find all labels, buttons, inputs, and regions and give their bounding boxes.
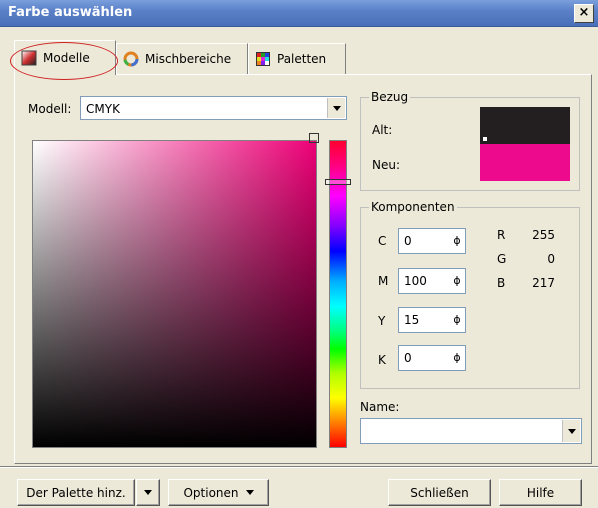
cyan-value: 0 (404, 234, 412, 248)
color-wheel-icon (123, 51, 139, 67)
hue-slider[interactable] (329, 140, 347, 448)
add-to-palette-dropdown[interactable] (136, 479, 160, 506)
components-group-label: Komponenten (369, 200, 457, 214)
add-to-palette-button[interactable]: Der Palette hinz. (17, 479, 135, 506)
chevron-down-icon[interactable] (327, 98, 345, 118)
tab-label: Paletten (277, 52, 327, 66)
spinner-icon[interactable]: ɸ (451, 272, 463, 290)
options-button[interactable]: Optionen (168, 479, 269, 506)
highlight-ellipse (10, 42, 118, 80)
new-color-label: Neu: (372, 158, 401, 172)
blue-label: B (497, 276, 506, 290)
chevron-down-icon (245, 490, 254, 495)
spinner-icon[interactable]: ɸ (451, 232, 463, 250)
red-label: R (497, 228, 506, 242)
tab-paletten[interactable]: Paletten (248, 43, 346, 74)
new-color-swatch (480, 144, 570, 181)
magenta-value: 100 (404, 274, 427, 288)
spinner-icon[interactable]: ɸ (451, 311, 463, 329)
name-label: Name: (360, 400, 400, 414)
palette-grid-icon (255, 51, 271, 67)
yellow-label: Y (378, 314, 386, 328)
green-label: G (497, 252, 507, 266)
black-stepper[interactable]: 0 ɸ (398, 345, 466, 371)
red-value: 255 (532, 228, 555, 242)
blue-value: 217 (532, 276, 555, 290)
close-icon[interactable]: × (574, 4, 594, 23)
chevron-down-icon[interactable] (562, 420, 580, 442)
close-button[interactable]: Schließen (388, 479, 491, 506)
magenta-label: M (378, 274, 389, 288)
black-label: K (378, 353, 386, 367)
magenta-stepper[interactable]: 100 ɸ (398, 268, 466, 294)
help-button[interactable]: Hilfe (499, 479, 582, 506)
old-color-label: Alt: (372, 123, 393, 137)
tab-label: Mischbereiche (145, 52, 232, 66)
close-label: Schließen (410, 485, 469, 500)
title-bar: Farbe auswählen × (0, 0, 598, 27)
add-to-palette-label: Der Palette hinz. (26, 485, 126, 500)
model-select[interactable]: CMYK (80, 96, 347, 120)
spinner-icon[interactable]: ɸ (451, 349, 463, 367)
black-value: 0 (404, 351, 412, 365)
yellow-stepper[interactable]: 15 ɸ (398, 307, 466, 333)
chevron-down-icon (144, 490, 152, 495)
color-field-cursor[interactable] (309, 133, 319, 143)
old-color-swatch (480, 107, 570, 144)
tab-mischbereiche[interactable]: Mischbereiche (116, 43, 248, 74)
color-field[interactable] (32, 140, 317, 448)
green-value: 0 (547, 252, 555, 266)
name-select[interactable] (360, 418, 582, 444)
cyan-stepper[interactable]: 0 ɸ (398, 228, 466, 254)
model-value: CMYK (86, 102, 120, 116)
options-label: Optionen (183, 485, 239, 500)
cyan-label: C (378, 234, 387, 248)
help-label: Hilfe (526, 485, 555, 500)
yellow-value: 15 (404, 313, 420, 327)
model-label: Modell: (28, 102, 72, 116)
divider (0, 466, 598, 468)
reference-group-label: Bezug (369, 90, 411, 104)
window-title: Farbe auswählen (8, 5, 133, 20)
hue-slider-handle[interactable] (325, 179, 351, 185)
